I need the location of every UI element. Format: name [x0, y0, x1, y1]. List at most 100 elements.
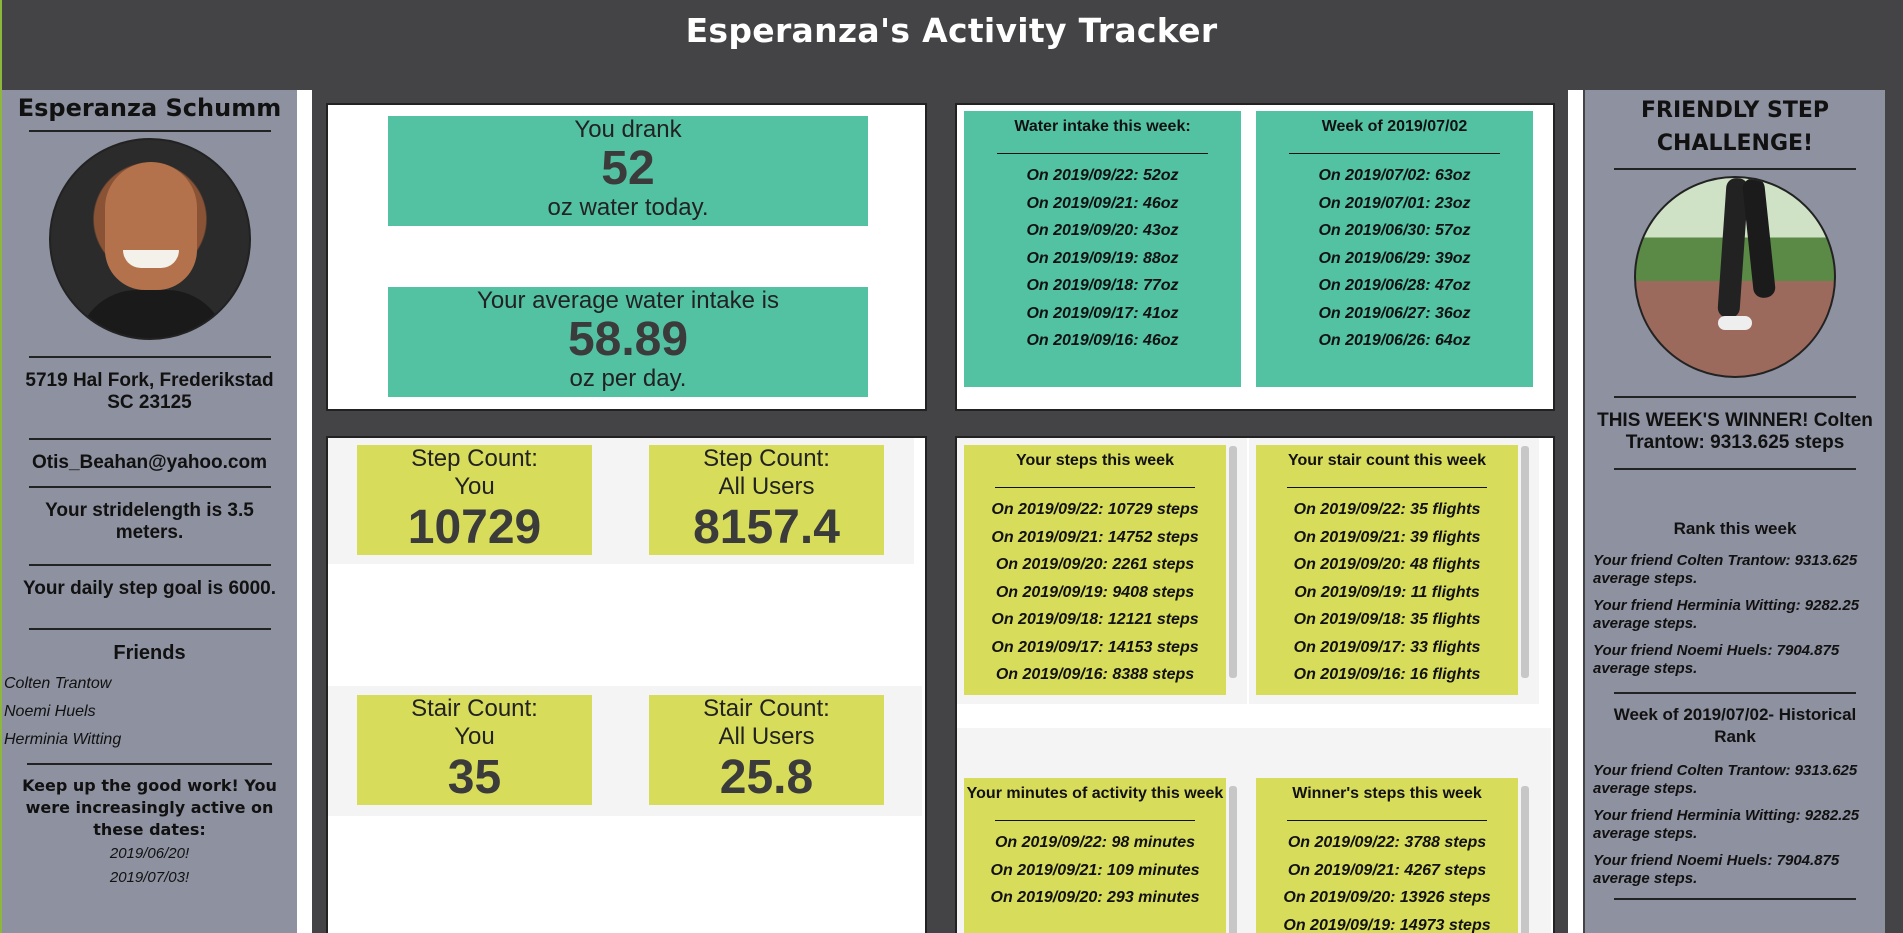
step-all-value: 8157.4	[693, 501, 840, 554]
water-today-card: You drank 52 oz water today.	[388, 116, 868, 226]
stair-you-label: Stair Count:	[411, 695, 538, 722]
water-historical-row: On 2019/07/02: 63oz	[1318, 167, 1471, 184]
water-historical-row: On 2019/06/28: 47oz	[1318, 277, 1471, 294]
steps-week-row: On 2019/09/16: 8388 steps	[995, 666, 1195, 683]
rank-title: Rank this week	[1673, 519, 1797, 538]
divider	[28, 628, 271, 630]
rank-row: Your friend Herminia Witting: 9282.25 av…	[1593, 597, 1860, 632]
divider	[1287, 820, 1487, 821]
steps-week-scrollbar[interactable]	[1229, 446, 1237, 678]
water-summary-card: You drank 52 oz water today. Your averag…	[326, 103, 927, 411]
stairs-week-title: Your stair count this week	[1288, 452, 1486, 469]
panel-gutter	[297, 90, 312, 933]
avatar-shirt	[76, 290, 227, 338]
water-historical-row: On 2019/06/26: 64oz	[1318, 332, 1471, 349]
winner-week-scrollbar[interactable]	[1521, 786, 1529, 933]
divider	[1614, 468, 1856, 470]
steps-week-list: Your steps this week On 2019/09/22: 1072…	[964, 445, 1226, 695]
water-today-post: oz water today.	[547, 194, 709, 221]
minutes-week-row: On 2019/09/20: 293 minutes	[990, 889, 1200, 906]
water-historical-list: Week of 2019/07/02 On 2019/07/02: 63oz O…	[1256, 111, 1533, 387]
step-you-value: 10729	[407, 501, 542, 554]
stair-all-sublabel: All Users	[718, 723, 815, 750]
weekly-lists-card: Your steps this week On 2019/09/22: 1072…	[955, 436, 1555, 933]
profile-email: Otis_Beahan@yahoo.com	[32, 452, 267, 473]
steps-week-title: Your steps this week	[1016, 452, 1174, 469]
step-count-you: Step Count: You 10729	[357, 445, 592, 555]
minutes-week-row: On 2019/09/22: 98 minutes	[994, 834, 1196, 851]
steps-week-row: On 2019/09/22: 10729 steps	[991, 501, 1199, 518]
water-week-row: On 2019/09/20: 43oz	[1026, 222, 1179, 239]
active-date: 2019/07/03!	[109, 869, 190, 886]
friend-item[interactable]: Colten Trantow	[2, 675, 297, 703]
historical-rank-row: Your friend Noemi Huels: 7904.875 averag…	[1593, 852, 1840, 887]
rank-row: Your friend Colten Trantow: 9313.625 ave…	[1593, 552, 1858, 587]
steps-week-row: On 2019/09/21: 14752 steps	[991, 528, 1199, 546]
profile-stride: Your stridelength is 3.5 meters.	[45, 500, 254, 543]
stairs-week-row: On 2019/09/21: 39 flights	[1293, 528, 1481, 546]
profile-panel: Esperanza Schumm 5719 Hal Fork, Frederik…	[2, 90, 297, 933]
historical-rank-row: Your friend Colten Trantow: 9313.625 ave…	[1593, 762, 1858, 797]
stair-count-you: Stair Count: You 35	[357, 695, 592, 805]
app-header: Esperanza's Activity Tracker	[0, 0, 1903, 90]
stairs-week-row: On 2019/09/20: 48 flights	[1293, 556, 1481, 573]
steps-week-row: On 2019/09/17: 14153 steps	[991, 638, 1199, 656]
app-title: Esperanza's Activity Tracker	[685, 10, 1218, 50]
runner-shoe	[1718, 316, 1752, 330]
stairs-week-scrollbar[interactable]	[1521, 446, 1529, 678]
water-week-row: On 2019/09/17: 41oz	[1026, 304, 1179, 322]
steps-week-row: On 2019/09/19: 9408 steps	[995, 583, 1195, 601]
stair-all-value: 25.8	[719, 751, 814, 804]
minutes-week-scrollbar[interactable]	[1229, 786, 1237, 933]
stairs-week-row: On 2019/09/18: 35 flights	[1293, 611, 1481, 628]
profile-address: 5719 Hal Fork, Frederikstad SC 23125	[25, 370, 274, 413]
water-week-row: On 2019/09/21: 46oz	[1026, 194, 1179, 212]
water-week-row: On 2019/09/16: 46oz	[1026, 332, 1179, 349]
stairs-week-row: On 2019/09/16: 16 flights	[1293, 666, 1481, 683]
water-average-card: Your average water intake is 58.89 oz pe…	[388, 287, 868, 397]
divider	[1614, 692, 1856, 694]
stair-you-sublabel: You	[454, 723, 495, 750]
runner-photo	[1634, 176, 1836, 378]
friends-title: Friends	[113, 642, 186, 664]
stairs-week-list: Your stair count this week On 2019/09/22…	[1256, 445, 1518, 695]
water-today-value: 52	[601, 142, 655, 195]
divider	[1614, 898, 1856, 900]
challenge-panel: FRIENDLY STEP CHALLENGE! THIS WEEK'S WIN…	[1585, 90, 1885, 933]
water-average-value: 58.89	[567, 313, 689, 366]
step-all-label: Step Count:	[703, 445, 830, 472]
winner-week-row: On 2019/09/22: 3788 steps	[1287, 834, 1487, 851]
panel-gutter	[1568, 90, 1583, 933]
minutes-week-title: Your minutes of activity this week	[966, 785, 1224, 802]
water-week-row: On 2019/09/19: 88oz	[1026, 249, 1179, 267]
profile-goal: Your daily step goal is 6000.	[22, 578, 277, 599]
winner-week-list: Winner's steps this week On 2019/09/22: …	[1256, 778, 1518, 933]
divider	[995, 487, 1195, 488]
divider	[1287, 487, 1487, 488]
water-average-post: oz per day.	[569, 365, 687, 392]
stairs-week-row: On 2019/09/22: 35 flights	[1293, 501, 1481, 518]
encouragement-message: Keep up the good work! You were increasi…	[22, 776, 277, 839]
step-all-sublabel: All Users	[718, 473, 815, 500]
friend-item[interactable]: Noemi Huels	[2, 703, 297, 731]
steps-week-row: On 2019/09/18: 12121 steps	[991, 611, 1199, 628]
winner-week-row: On 2019/09/19: 14973 steps	[1283, 916, 1491, 933]
stair-you-value: 35	[447, 751, 502, 804]
water-average-pre: Your average water intake is	[477, 287, 779, 314]
historical-rank-row: Your friend Herminia Witting: 9282.25 av…	[1593, 807, 1860, 842]
rank-row: Your friend Noemi Huels: 7904.875 averag…	[1593, 642, 1840, 677]
water-historical-row: On 2019/06/29: 39oz	[1318, 249, 1471, 267]
water-week-title: Water intake this week:	[1014, 118, 1191, 135]
challenge-title: FRIENDLY STEP CHALLENGE!	[1640, 98, 1830, 156]
winner-week-title: Winner's steps this week	[1292, 785, 1482, 802]
step-you-sublabel: You	[454, 473, 495, 500]
friend-item[interactable]: Herminia Witting	[2, 731, 297, 759]
winner-week-row: On 2019/09/21: 4267 steps	[1287, 861, 1487, 879]
activity-comparison-card: Step Count: You 10729 Step Count: All Us…	[326, 436, 927, 933]
divider	[1614, 168, 1856, 170]
water-historical-row: On 2019/06/30: 57oz	[1318, 222, 1471, 239]
profile-name: Esperanza Schumm	[17, 94, 282, 122]
stairs-week-row: On 2019/09/17: 33 flights	[1293, 638, 1481, 656]
water-historical-row: On 2019/06/27: 36oz	[1318, 304, 1471, 322]
avatar-smile	[122, 250, 179, 268]
